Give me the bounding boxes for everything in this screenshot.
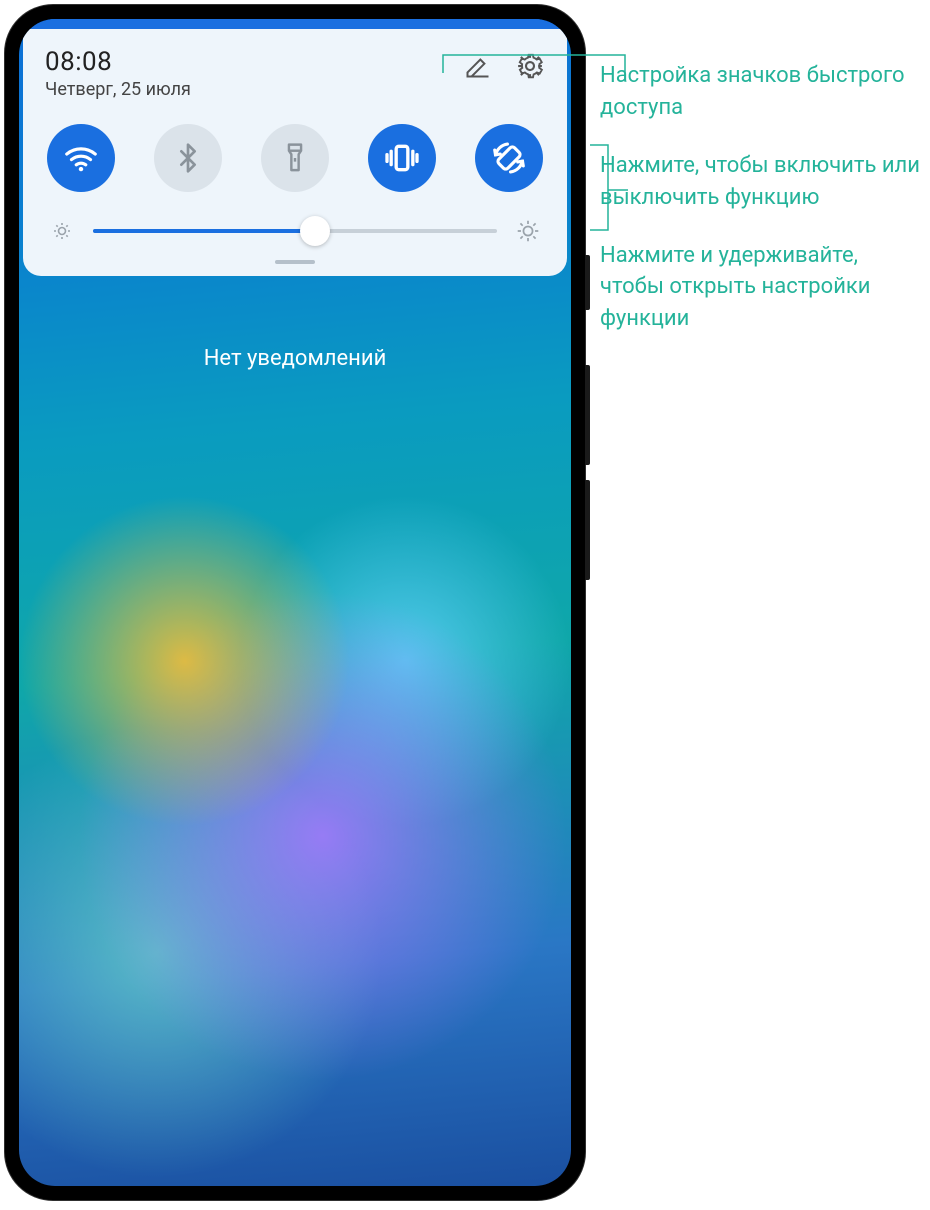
date-label: Четверг, 25 июля: [45, 79, 191, 100]
wifi-toggle[interactable]: [47, 124, 115, 192]
wifi-icon: [62, 139, 100, 177]
panel-header: 08:08 Четверг, 25 июля: [45, 47, 545, 100]
autorotate-icon: [490, 139, 528, 177]
side-button: [585, 255, 590, 310]
time-date-block: 08:08 Четверг, 25 июля: [45, 47, 191, 100]
brightness-high-icon: [515, 218, 541, 244]
brightness-row: [45, 218, 545, 244]
flashlight-icon: [280, 141, 310, 175]
callout-edit-icons: Настройка значков быстрого доступа: [600, 60, 920, 124]
flashlight-toggle[interactable]: [261, 124, 329, 192]
no-notifications-text: Нет уведомлений: [19, 346, 571, 371]
autorotate-toggle[interactable]: [475, 124, 543, 192]
volume-up-button: [585, 365, 590, 465]
slider-thumb[interactable]: [300, 216, 330, 246]
status-bar: [19, 19, 571, 29]
edit-icon[interactable]: [463, 51, 493, 81]
callout-hold-settings: Нажмите и удерживайте, чтобы открыть нас…: [600, 240, 920, 336]
quick-toggles-row: [45, 124, 545, 192]
callout-tap-toggle: Нажмите, чтобы включить или выключить фу…: [600, 150, 920, 214]
quick-settings-panel: 08:08 Четверг, 25 июля: [23, 29, 567, 276]
slider-fill: [93, 229, 315, 233]
settings-icon[interactable]: [515, 51, 545, 81]
bluetooth-toggle[interactable]: [154, 124, 222, 192]
annotation-callouts: Настройка значков быстрого доступа Нажми…: [600, 0, 920, 361]
phone-frame: 08:08 Четверг, 25 июля: [5, 5, 585, 1200]
brightness-slider[interactable]: [93, 229, 497, 233]
panel-drag-handle[interactable]: [275, 260, 315, 264]
vibrate-icon: [382, 138, 422, 178]
volume-down-button: [585, 480, 590, 580]
brightness-low-icon: [49, 218, 75, 244]
bluetooth-icon: [172, 142, 204, 174]
vibrate-toggle[interactable]: [368, 124, 436, 192]
clock-time: 08:08: [45, 47, 191, 77]
screen: 08:08 Четверг, 25 июля: [19, 19, 571, 1186]
